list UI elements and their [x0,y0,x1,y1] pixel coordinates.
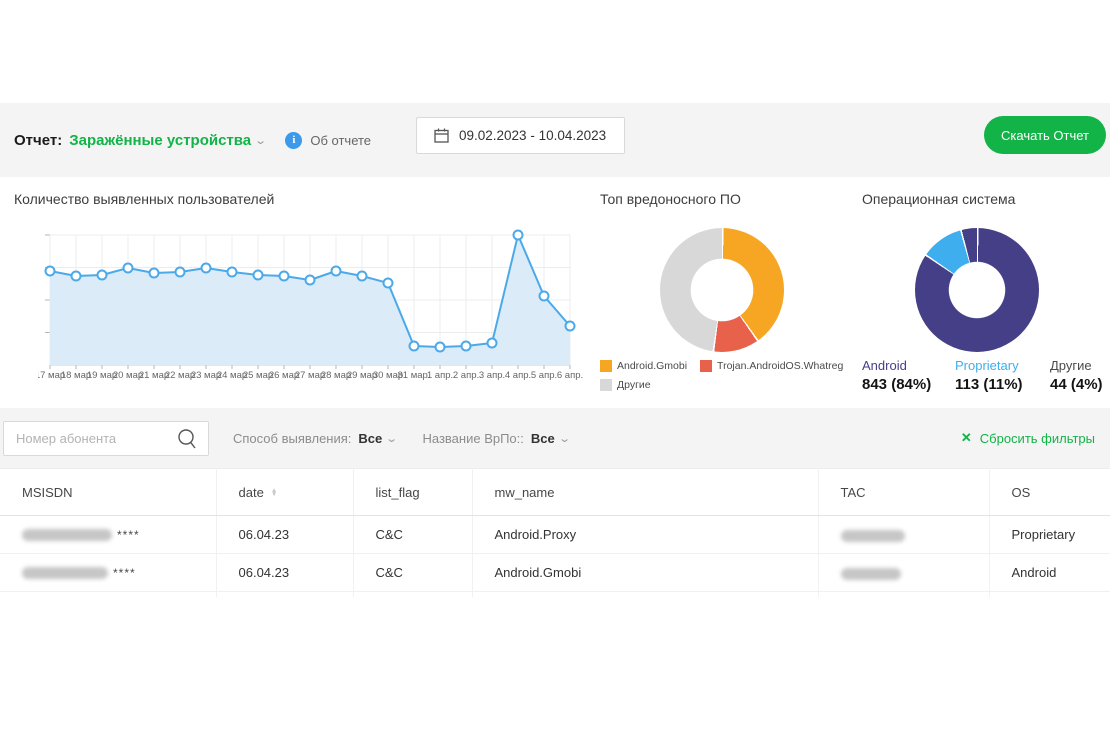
results-table: MSISDN date▲▼ list_flag mw_name TAC OS *… [0,468,1110,597]
os-stat-android-value: 843 (84%) [862,376,931,393]
malware-name-value: Все [531,431,555,446]
malware-name-dropdown[interactable]: Название ВрПо:: Все ⌄ [422,431,568,446]
cell-msisdn: **** [0,554,216,592]
date-range-value: 09.02.2023 - 10.04.2023 [459,128,606,143]
legend-swatch-gmobi [600,360,612,372]
msisdn-mask-suffix: **** [117,528,140,542]
chevron-down-icon: ⌄ [558,432,571,445]
cell-os: Android [989,554,1110,592]
legend-swatch-whatreg [700,360,712,372]
reset-filters-label: Сбросить фильтры [980,431,1095,446]
close-icon: ✕ [961,430,972,446]
os-stat-other-value: 44 (4%) [1050,376,1103,393]
subscriber-search-input[interactable] [4,422,174,455]
table-header-row: MSISDN date▲▼ list_flag mw_name TAC OS [0,469,1110,516]
cell-os: Proprietary [989,516,1110,554]
cell-date: 06.04.23 [216,516,353,554]
legend-item-whatreg: Trojan.AndroidOS.Whatreg [700,360,843,372]
filters-bar: Способ выявления: Все ⌄ Название ВрПо:: … [0,408,1110,468]
calendar-icon [434,128,449,143]
report-selector[interactable]: Заражённые устройства [69,132,251,149]
date-range-picker[interactable]: 09.02.2023 - 10.04.2023 [416,117,625,154]
cell-msisdn: **** [0,516,216,554]
cell-tac [818,516,989,554]
svg-text:4 апр.: 4 апр. [505,370,531,381]
legend-item-gmobi: Android.Gmobi [600,360,687,372]
legend-item-other: Другие [600,379,651,391]
svg-text:6 апр.: 6 апр. [557,370,583,381]
msisdn-mask-suffix: **** [113,566,136,580]
report-label: Отчет: [14,132,62,149]
tac-redacted-blob [841,530,905,542]
cell-list-flag: C&C [353,516,472,554]
os-chart-title: Операционная система [862,191,1015,207]
chevron-down-icon[interactable]: ⌄ [254,134,267,147]
os-stat-other-label: Другие [1050,358,1103,373]
svg-text:3 апр.: 3 апр. [479,370,505,381]
svg-text:1 апр.: 1 апр. [427,370,453,381]
search-icon[interactable] [176,428,198,451]
legend-label-other: Другие [617,379,651,391]
page-top-whitespace [0,0,1110,103]
detection-method-label: Способ выявления: [233,431,351,446]
charts-section: Количество выявленных пользователей 17 м… [0,177,1110,408]
legend-label-gmobi: Android.Gmobi [617,360,687,372]
results-table-section: MSISDN date▲▼ list_flag mw_name TAC OS *… [0,468,1110,597]
os-stats: Android 843 (84%) Proprietary 113 (11%) … [862,358,1103,394]
cell-mw-name: Android.Proxy [472,516,818,554]
os-donut-chart [915,228,1039,352]
os-stat-android: Android 843 (84%) [862,358,955,394]
svg-text:31 мар.: 31 мар. [398,370,431,381]
malware-legend: Android.Gmobi Trojan.AndroidOS.Whatreg Д… [600,360,856,398]
legend-label-whatreg: Trojan.AndroidOS.Whatreg [717,360,843,372]
os-stat-android-label: Android [862,358,955,373]
filter-dropdowns: Способ выявления: Все ⌄ Название ВрПо:: … [233,408,569,468]
os-stat-other: Другие 44 (4%) [1050,358,1103,394]
cell-tac [818,554,989,592]
info-icon[interactable]: i [285,132,302,149]
legend-swatch-other [600,379,612,391]
chevron-down-icon: ⌄ [385,432,398,445]
detection-method-value: Все [358,431,382,446]
col-header-msisdn: MSISDN [0,469,216,516]
subscriber-search-box [3,421,209,456]
report-selector-group: Отчет: Заражённые устройства ⌄ i Об отче… [14,103,371,177]
os-stat-proprietary-label: Proprietary [955,358,1050,373]
detection-method-dropdown[interactable]: Способ выявления: Все ⌄ [233,431,396,446]
col-header-mw-name: mw_name [472,469,818,516]
col-header-date[interactable]: date▲▼ [216,469,353,516]
table-row: **** 06.04.23 C&C Android.Gmobi Android [0,554,1110,592]
msisdn-redacted-blob [22,567,108,579]
svg-text:2 апр.: 2 апр. [453,370,479,381]
svg-text:5 апр.: 5 апр. [531,370,557,381]
cell-list-flag: C&C [353,554,472,592]
cell-mw-name: Android.Gmobi [472,554,818,592]
os-stat-proprietary-value: 113 (11%) [955,376,1023,393]
malware-name-label: Название ВрПо:: [422,431,523,446]
table-row: **** 06.04.23 C&C Android.Proxy Propriet… [0,516,1110,554]
malware-donut-chart [660,228,784,352]
msisdn-redacted-blob [22,529,112,541]
col-header-os: OS [989,469,1110,516]
malware-chart-title: Топ вредоносного ПО [600,191,741,207]
about-report-link[interactable]: Об отчете [310,133,371,148]
cell-date: 06.04.23 [216,554,353,592]
table-row-cut [0,592,1110,597]
reset-filters-button[interactable]: ✕ Сбросить фильтры [961,408,1095,468]
col-header-list-flag: list_flag [353,469,472,516]
sort-icon[interactable]: ▲▼ [271,489,277,497]
os-stat-proprietary: Proprietary 113 (11%) [955,358,1050,394]
users-line-chart-svg: 17 мар18 мар19 мар20 мар21 мар22 мар23 м… [38,225,583,385]
download-report-button[interactable]: Скачать Отчет [984,116,1106,154]
users-chart-title: Количество выявленных пользователей [14,191,274,207]
tac-redacted-blob [841,568,901,580]
report-header-bar: Отчет: Заражённые устройства ⌄ i Об отче… [0,103,1110,177]
col-header-tac: TAC [818,469,989,516]
